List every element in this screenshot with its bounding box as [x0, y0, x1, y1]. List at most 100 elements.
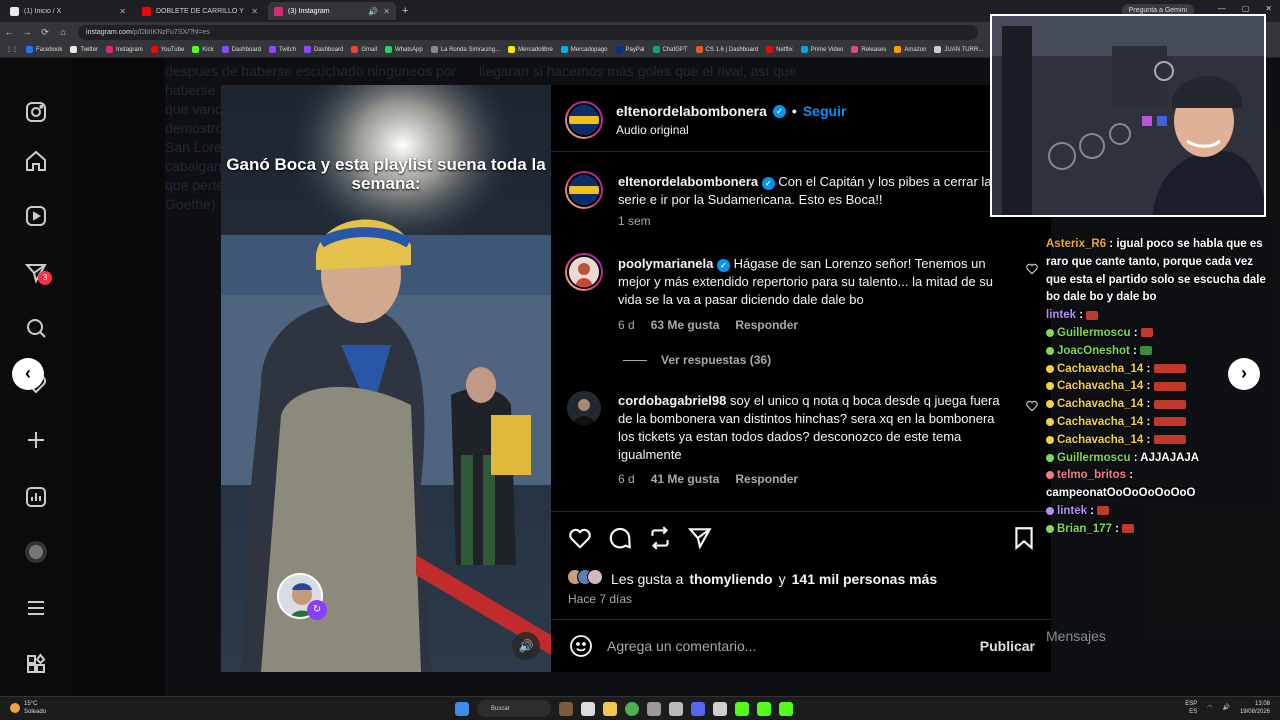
close-icon[interactable]: ✕ — [119, 7, 126, 16]
like-comment-icon[interactable] — [1025, 262, 1039, 276]
comment-likes[interactable]: 41 Me gusta — [651, 472, 720, 486]
comment-likes[interactable]: 63 Me gusta — [651, 318, 720, 332]
commenter-avatar[interactable] — [567, 391, 601, 425]
bookmark-item[interactable]: La Ronda Simracing... — [430, 46, 500, 53]
chrome-icon[interactable] — [625, 701, 639, 716]
taskbar-search[interactable]: Buscar — [477, 700, 551, 717]
chat-username[interactable]: Cachavacha_14 — [1057, 434, 1143, 446]
author-avatar[interactable] — [565, 101, 603, 139]
bookmark-item[interactable]: WhatsApp — [385, 46, 423, 53]
audio-label[interactable]: Audio original — [616, 123, 689, 137]
folder-icon[interactable] — [603, 701, 617, 716]
close-icon[interactable]: ✕ — [383, 7, 390, 16]
chat-username[interactable]: Brian_177 — [1057, 523, 1112, 535]
reply-button[interactable]: Responder — [735, 318, 798, 332]
like-icon[interactable] — [567, 525, 593, 551]
weather-widget[interactable]: 15°C Soleado — [10, 700, 46, 716]
windows-start-icon[interactable] — [455, 701, 469, 716]
chat-username[interactable]: Asterix_R6 — [1046, 238, 1106, 250]
home-icon[interactable] — [24, 149, 48, 173]
close-icon[interactable]: ✕ — [251, 7, 258, 16]
publish-button[interactable]: Publicar — [980, 638, 1035, 654]
bookmark-item[interactable]: Twitter — [70, 46, 98, 53]
clock[interactable]: 13:08 19/08/2026 — [1240, 700, 1270, 716]
address-bar[interactable]: instagram.com/p/DbIIKNzFu7SX/?hl=es — [78, 24, 978, 40]
chat-username[interactable]: Guillermoscu — [1057, 327, 1131, 339]
comment-icon[interactable] — [607, 525, 633, 551]
instagram-logo-icon[interactable] — [24, 100, 48, 124]
close-window-icon[interactable]: ✕ — [1265, 4, 1272, 13]
previous-post-button[interactable]: ‹ — [12, 358, 44, 390]
apps-icon[interactable] — [24, 652, 48, 676]
app-icon[interactable] — [669, 701, 683, 716]
bookmark-item[interactable]: Kick — [192, 46, 214, 53]
comment-username[interactable]: cordobagabriel98 — [618, 393, 726, 408]
chat-username[interactable]: lintek — [1057, 505, 1087, 517]
racing-icon[interactable] — [647, 701, 661, 716]
like-comment-icon[interactable] — [1025, 399, 1039, 413]
maximize-icon[interactable]: ▢ — [1242, 4, 1250, 13]
chat-username[interactable]: Cachavacha_14 — [1057, 398, 1143, 410]
bookmark-item[interactable]: Mercadolibre — [508, 46, 553, 53]
forward-icon[interactable]: → — [18, 27, 36, 37]
bookmark-item[interactable]: Mercadopago — [560, 46, 608, 53]
file-icon[interactable] — [581, 701, 595, 716]
language-indicator[interactable]: ESP ES — [1185, 700, 1197, 716]
comment-username[interactable]: poolymarianela — [618, 256, 713, 271]
dashboard-icon[interactable] — [24, 485, 48, 509]
speaker-icon[interactable]: 🔊 — [368, 7, 378, 16]
bookmark-item[interactable]: Instagram — [106, 46, 143, 53]
bookmark-item[interactable]: Releases — [851, 46, 886, 53]
author-username[interactable]: eltenordelabombonera — [616, 103, 767, 119]
minimize-icon[interactable]: — — [1218, 4, 1226, 13]
bookmark-item[interactable]: Gmail — [351, 46, 377, 53]
new-tab-button[interactable]: + — [402, 5, 408, 17]
share-icon[interactable] — [687, 525, 713, 551]
follow-button[interactable]: Seguir — [803, 103, 847, 119]
commenter-avatar[interactable] — [565, 253, 603, 291]
chat-username[interactable]: Cachavacha_14 — [1057, 380, 1143, 392]
chat-username[interactable]: lintek — [1046, 309, 1076, 321]
tab-youtube[interactable]: DOBLETE DE CARRILLO Y GOL... ✕ — [136, 2, 264, 20]
volume-tray-icon[interactable]: 🔊 — [1222, 704, 1229, 712]
bookmark-item[interactable]: YouTube — [150, 46, 184, 53]
repost-icon[interactable] — [647, 525, 673, 551]
bookmark-item[interactable]: Prime Video — [800, 46, 843, 53]
bookmark-item[interactable]: CS 1.6 | Dashboard — [695, 46, 758, 53]
kick-icon[interactable] — [735, 701, 749, 716]
emoji-icon[interactable] — [569, 634, 593, 658]
menu-icon[interactable] — [24, 596, 48, 620]
home-icon[interactable]: ⌂ — [54, 27, 72, 37]
apps-grid-icon[interactable]: ⋮⋮ — [6, 46, 18, 53]
create-icon[interactable] — [24, 428, 48, 452]
wifi-icon[interactable]: ◠ — [1207, 704, 1212, 712]
bookmark-item[interactable]: Amazon — [894, 46, 926, 53]
comment-input[interactable]: Agrega un comentario... — [607, 638, 756, 654]
tab-x[interactable]: (1) Inicio / X ✕ — [4, 2, 132, 20]
chat-username[interactable]: Guillermoscu — [1057, 452, 1131, 464]
chat-username[interactable]: Cachavacha_14 — [1057, 416, 1143, 428]
discord-icon[interactable] — [691, 701, 705, 716]
app-icon[interactable] — [713, 701, 727, 716]
view-replies-button[interactable]: Ver respuestas (36) — [623, 353, 771, 367]
bookmark-item[interactable]: Twitch — [269, 46, 296, 53]
reply-button[interactable]: Responder — [735, 472, 798, 486]
liker-username[interactable]: thomyliendo — [689, 571, 772, 587]
reels-icon[interactable] — [24, 204, 48, 228]
chat-username[interactable]: telmo_britos — [1057, 469, 1126, 481]
kick-icon[interactable] — [779, 701, 793, 716]
search-icon[interactable] — [24, 316, 48, 340]
reload-icon[interactable]: ⟳ — [36, 27, 54, 38]
bookmark-item[interactable]: Facebook — [26, 46, 62, 53]
bookmark-item[interactable]: ChatGPT — [652, 46, 688, 53]
kick-icon[interactable] — [757, 701, 771, 716]
bookmark-item[interactable]: Dashboard — [221, 46, 261, 53]
tab-instagram[interactable]: (3) Instagram 🔊 ✕ — [268, 2, 396, 20]
caption-author-avatar[interactable] — [565, 171, 603, 209]
profile-avatar[interactable] — [24, 540, 48, 564]
caption-username[interactable]: eltenordelabombonera — [618, 174, 758, 189]
bookmark-icon[interactable] — [1011, 525, 1037, 551]
game-icon[interactable] — [559, 701, 573, 716]
bookmark-item[interactable]: Dashboard — [304, 46, 343, 53]
bookmark-item[interactable]: Netflix — [766, 46, 793, 53]
